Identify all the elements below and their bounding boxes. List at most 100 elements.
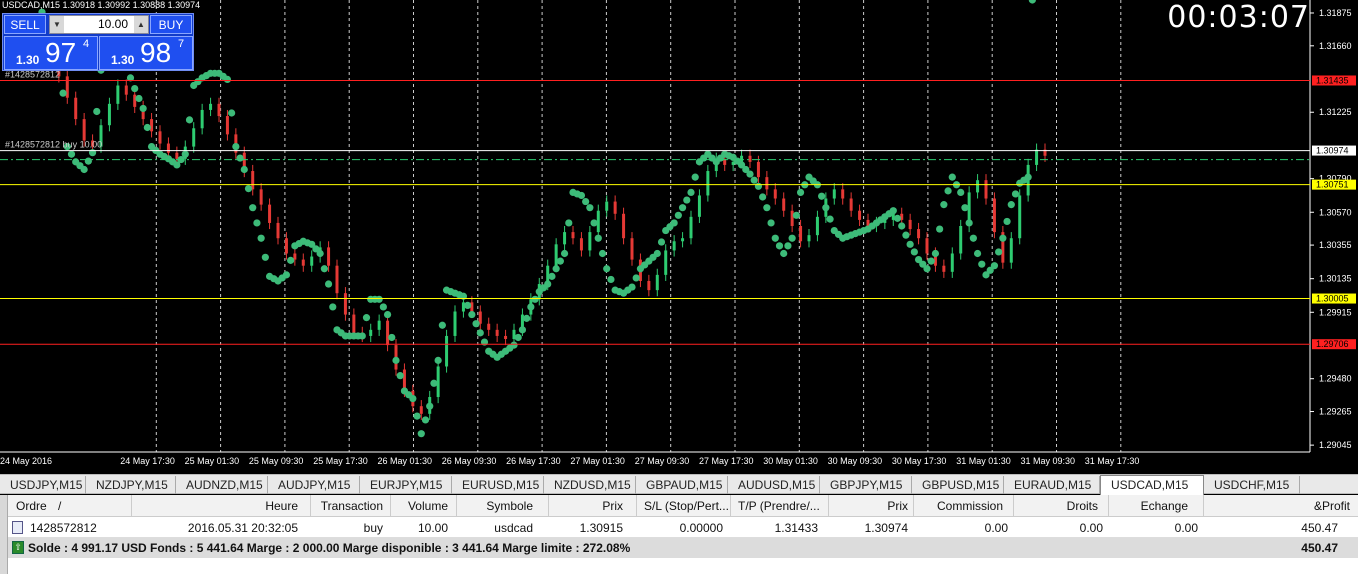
candle-body <box>124 85 128 95</box>
price-level-label: 1.30005 <box>1316 294 1349 304</box>
sell-price-big: 97 <box>45 37 77 68</box>
lot-size-field[interactable]: ▼ 10.00 ▲ <box>49 15 149 34</box>
candle-body <box>588 232 592 251</box>
column-header[interactable]: Symbole <box>486 499 533 513</box>
sar-dot <box>324 280 333 288</box>
sar-dot <box>548 272 556 280</box>
sar-dot <box>518 326 527 334</box>
lot-decrease-icon[interactable]: ▼ <box>50 16 64 33</box>
table-cell: 1.30974 <box>864 521 908 535</box>
price-tick-label: 1.30355 <box>1319 240 1352 250</box>
candle-body <box>815 216 819 236</box>
tab-nzdusd[interactable]: NZDUSD,M15 <box>544 476 636 494</box>
time-tick-label: 31 May 17:30 <box>1085 456 1140 466</box>
tab-nzdjpy[interactable]: NZDJPY,M15 <box>86 476 176 494</box>
candle-body <box>478 311 482 324</box>
sar-dot <box>931 249 940 258</box>
candle-body <box>748 155 752 162</box>
sar-dot <box>544 280 552 288</box>
price-chart[interactable]: 24 May 2016 24 May 17:30 25 May 01:30 25 Ma… <box>0 0 1358 472</box>
sar-dot <box>902 231 910 239</box>
terminal-side-handle[interactable] <box>0 495 8 574</box>
candle-body <box>579 238 583 251</box>
column-header[interactable]: / <box>58 499 61 513</box>
sar-dot <box>653 249 661 258</box>
sar-dot <box>577 191 586 200</box>
sar-dot <box>759 193 767 201</box>
candle-body <box>225 116 229 135</box>
tab-euraud[interactable]: EURAUD,M15 <box>1004 476 1100 494</box>
sar-dot <box>771 234 779 242</box>
sar-dot <box>253 219 261 227</box>
column-header[interactable]: Prix <box>602 499 623 513</box>
tab-eurjpy[interactable]: EURJPY,M15 <box>360 476 452 494</box>
tab-gbpjpy[interactable]: GBPJPY,M15 <box>820 476 912 494</box>
sar-dot <box>232 142 240 151</box>
column-header[interactable]: Echange <box>1141 499 1188 513</box>
sar-dot <box>476 329 484 337</box>
chart-canvas[interactable]: 24 May 2016 24 May 17:30 25 May 01:30 25 Ma… <box>0 0 1358 472</box>
candle-body <box>706 171 710 196</box>
sar-dot <box>67 150 76 158</box>
sell-price-prefix: 1.30 <box>16 53 40 67</box>
candle-body <box>756 161 760 178</box>
candle-body <box>352 314 356 333</box>
column-header[interactable]: Commission <box>937 499 1003 513</box>
column-header[interactable]: &Profit <box>1314 499 1350 513</box>
sar-dot <box>249 204 257 212</box>
column-header[interactable]: Volume <box>408 499 448 513</box>
sell-price-button[interactable]: 1.30 97 4 <box>4 36 98 70</box>
sar-dot <box>965 219 973 227</box>
sar-dot <box>632 274 640 282</box>
sar-dot <box>257 234 265 242</box>
candle-body <box>832 189 836 199</box>
sar-dot <box>362 314 371 322</box>
candle-body <box>563 232 567 245</box>
sar-dot <box>1007 201 1015 209</box>
tab-gbpaud[interactable]: GBPAUD,M15 <box>636 476 728 494</box>
lot-increase-icon[interactable]: ▲ <box>134 16 148 33</box>
tab-eurusd[interactable]: EURUSD,M15 <box>452 476 544 494</box>
tab-usdjpy[interactable]: USDJPY,M15 <box>0 476 86 494</box>
column-header[interactable]: Droits <box>1067 499 1098 513</box>
candle-body <box>369 329 373 336</box>
sar-dot <box>358 332 366 340</box>
column-header[interactable]: Ordre <box>16 499 47 513</box>
column-header[interactable]: T/P (Prendre/... <box>738 499 820 513</box>
table-cell: buy <box>363 521 383 535</box>
time-tick-label: 31 May 09:30 <box>1021 456 1076 466</box>
tab-usdchf[interactable]: USDCHF,M15 <box>1204 476 1300 494</box>
column-header[interactable]: Prix <box>887 499 908 513</box>
symbol-tab-bar: USDJPY,M15 NZDJPY,M15 AUDNZD,M15 AUDJPY,M15… <box>0 474 1358 495</box>
time-tick-label: 30 May 01:30 <box>763 456 818 466</box>
column-header[interactable]: Heure <box>265 499 298 513</box>
candle-body <box>908 219 912 230</box>
buy-price-button[interactable]: 1.30 98 7 <box>99 36 193 70</box>
column-separator <box>636 495 637 517</box>
lot-size-value[interactable]: 10.00 <box>98 16 128 33</box>
tab-audnzd[interactable]: AUDNZD,M15 <box>176 476 268 494</box>
candle-body <box>959 226 963 254</box>
candle-body <box>992 198 996 233</box>
sar-dot <box>691 173 699 181</box>
candle-body <box>849 198 853 211</box>
sar-dot <box>906 240 914 248</box>
sar-dot <box>780 249 788 258</box>
sell-button[interactable]: SELL <box>4 15 46 34</box>
tab-usdcad[interactable]: USDCAD,M15 <box>1100 475 1204 495</box>
buy-button[interactable]: BUY <box>150 15 192 34</box>
time-tick-label: 30 May 09:30 <box>828 456 883 466</box>
sar-dot <box>139 104 147 113</box>
sar-dot <box>582 197 590 206</box>
sar-dot <box>603 265 611 273</box>
sar-dot <box>948 173 956 181</box>
sar-dot <box>421 416 430 424</box>
tab-audusd[interactable]: AUDUSD,M15 <box>728 476 820 494</box>
tab-gbpusd[interactable]: GBPUSD,M15 <box>912 476 1004 494</box>
tab-audjpy[interactable]: AUDJPY,M15 <box>268 476 360 494</box>
sar-dot <box>674 211 682 219</box>
column-header[interactable]: S/L (Stop/Pert... <box>644 499 729 513</box>
candle-body <box>74 97 78 120</box>
table-row[interactable]: 1428572812 2016.05.31 20:32:05 buy 10.00 usd… <box>8 517 1358 538</box>
column-header[interactable]: Transaction <box>321 499 383 513</box>
